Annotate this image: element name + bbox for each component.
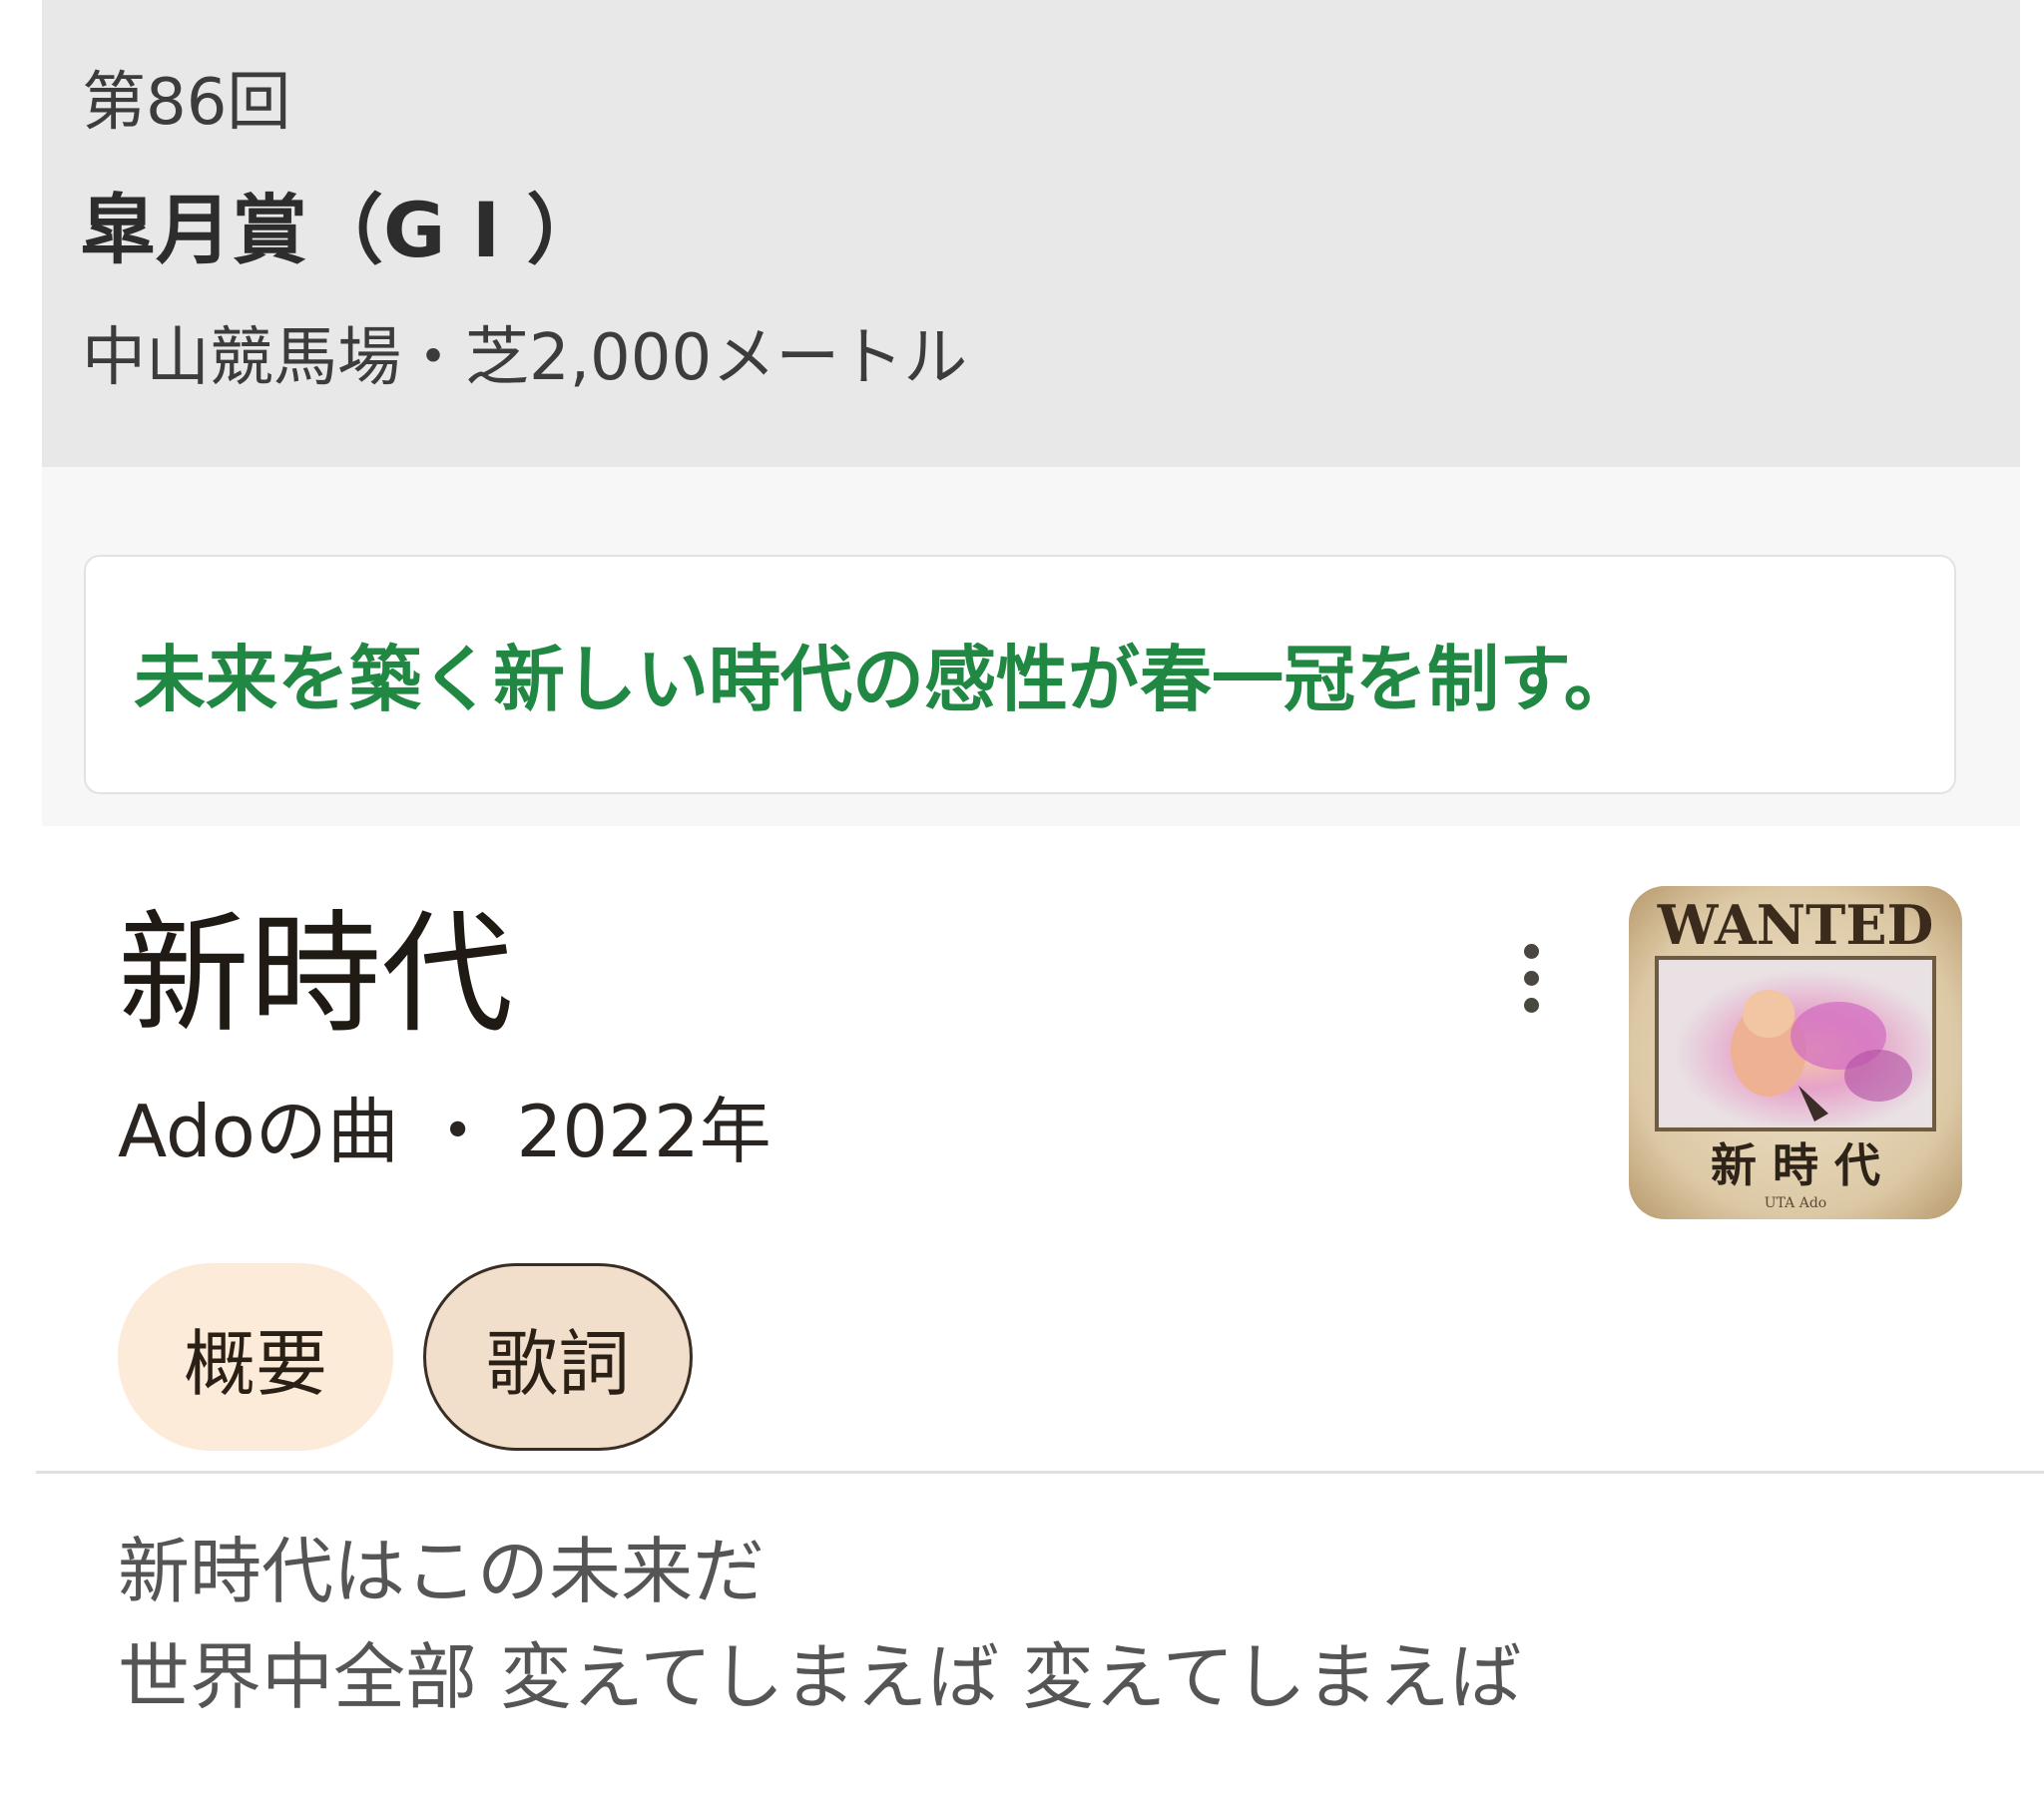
race-slogan-text: 未来を築く新しい時代の感性が春一冠を制す。 [134,638,1636,721]
song-meta: Adoの曲 ・ 2022年 [118,1090,771,1173]
tab-lyrics[interactable]: 歌詞 [423,1263,693,1451]
more-vert-icon-dot [1523,997,1539,1013]
cover-title-text: 新 時 代 [1711,1138,1880,1192]
wanted-poster-image: WANTED 新 時 代 UTA Ado [1629,886,1962,1219]
song-cover-art[interactable]: WANTED 新 時 代 UTA Ado [1629,886,1962,1219]
more-options-button[interactable] [1497,928,1565,1028]
lyric-line: 世界中全部 変えてしまえば 変えてしまえば [118,1635,1522,1719]
cover-header-text: WANTED [1657,893,1934,957]
cover-credit-text: UTA Ado [1765,1195,1826,1211]
race-info-header: 第86回 皐月賞（G I ） 中山競馬場・芝2,000メートル [42,0,2020,467]
race-slogan-box: 未来を築く新しい時代の感性が春一冠を制す。 [84,555,1956,794]
search-result-page: 第86回 皐月賞（G I ） 中山競馬場・芝2,000メートル 未来を築く新しい… [0,0,2044,1794]
section-divider [36,1471,2044,1474]
race-slogan-area: 未来を築く新しい時代の感性が春一冠を制す。 [42,467,2020,826]
race-number: 第86回 [82,66,291,140]
tab-overview[interactable]: 概要 [118,1263,393,1451]
more-vert-icon [1523,943,1539,959]
race-name: 皐月賞（G I ） [80,186,603,274]
more-vert-icon-dot [1523,970,1539,986]
lyric-line: 新時代はこの未来だ [118,1530,766,1613]
race-venue: 中山競馬場・芝2,000メートル [82,321,968,395]
song-title: 新時代 [118,898,513,1052]
